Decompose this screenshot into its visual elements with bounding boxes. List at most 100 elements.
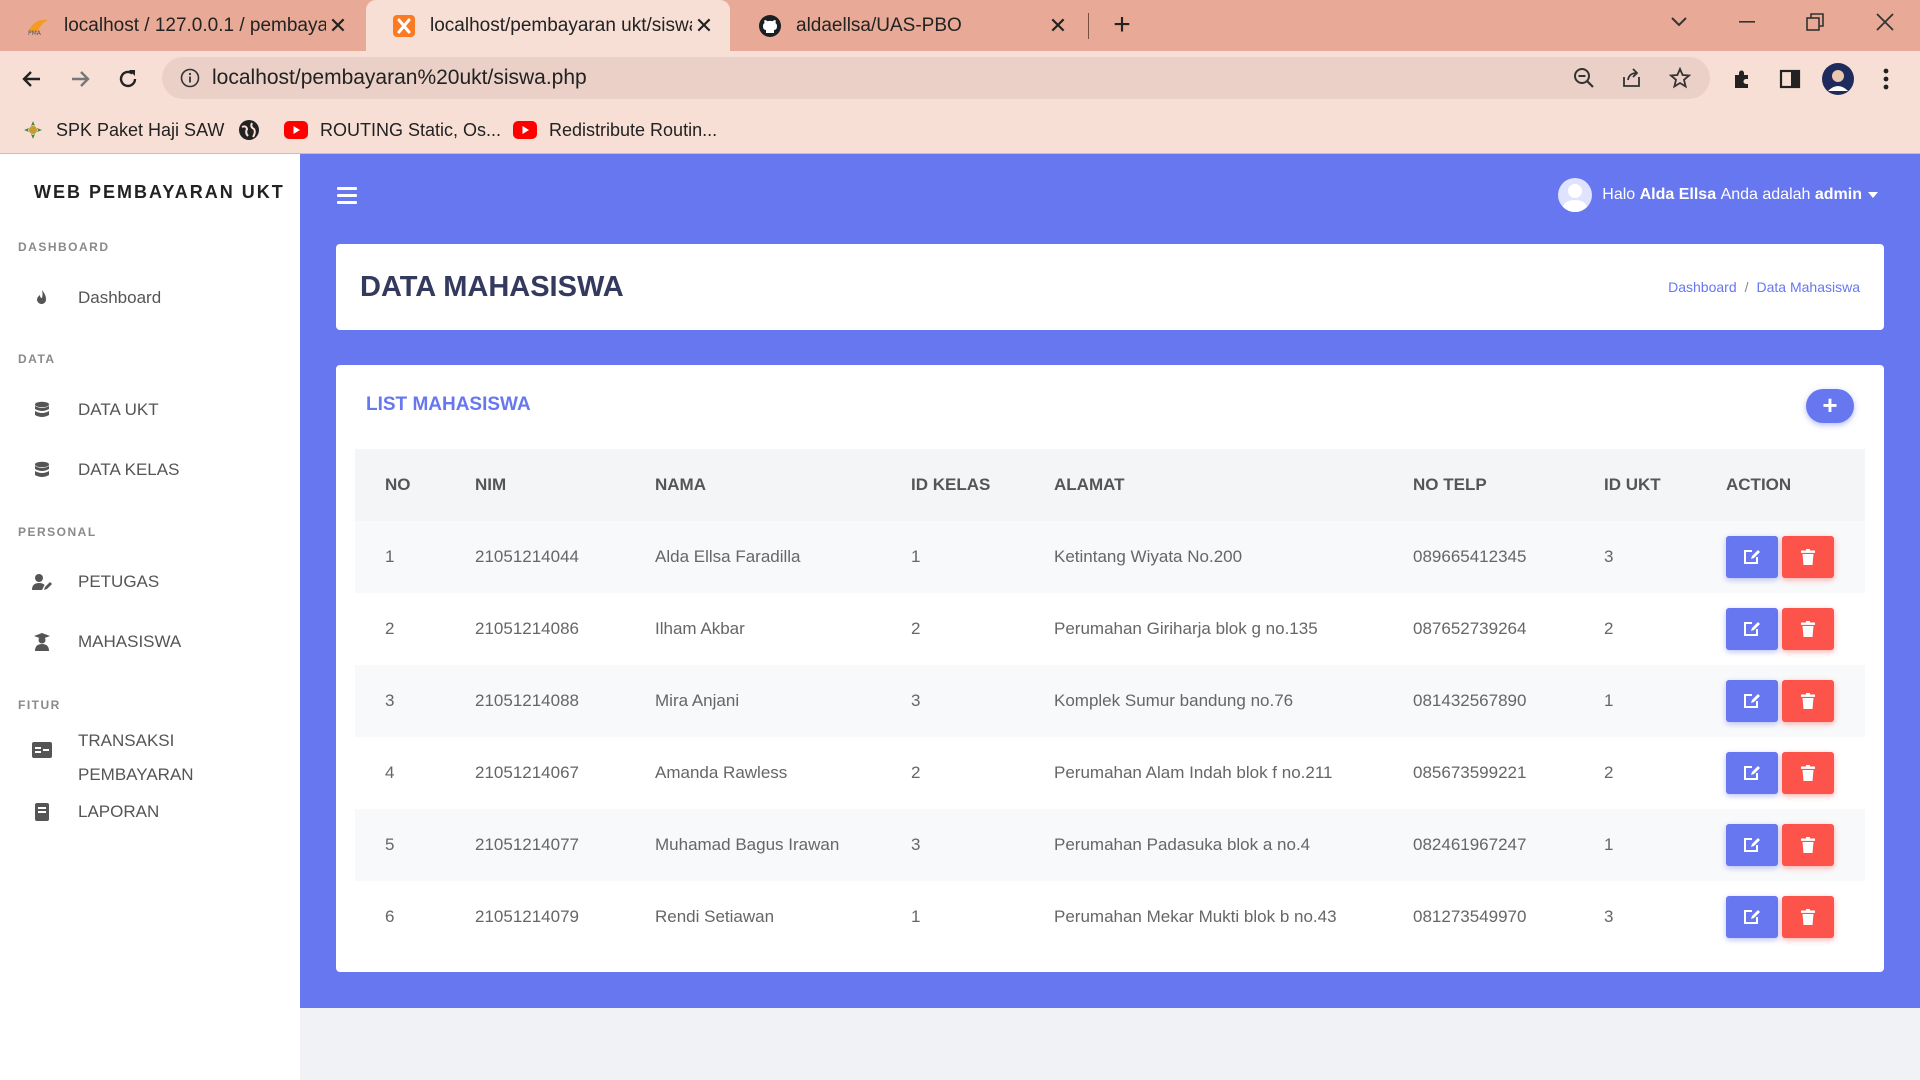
breadcrumb: Dashboard / Data Mahasiswa <box>1668 244 1860 330</box>
edit-button[interactable] <box>1726 536 1778 578</box>
column-header: NIM <box>445 449 625 521</box>
edit-icon <box>1744 910 1760 924</box>
bookmark-label: Redistribute Routin... <box>549 119 718 140</box>
cell-no-telp: 081273549970 <box>1413 907 1527 926</box>
cell-action <box>1696 809 1865 881</box>
side-panel-icon[interactable] <box>1774 63 1806 95</box>
bookmark-spk[interactable]: SPK Paket Haji SAW <box>22 107 224 153</box>
cell-action <box>1696 737 1865 809</box>
edit-button[interactable] <box>1726 752 1778 794</box>
close-icon[interactable]: ✕ <box>692 13 716 38</box>
cell-id-ukt: 1 <box>1574 809 1696 881</box>
cell-id-ukt: 1 <box>1574 665 1696 737</box>
section-fitur: FITUR <box>18 698 61 712</box>
cell-id-ukt: 3 <box>1574 521 1696 593</box>
edit-icon <box>1744 550 1760 564</box>
brand-title[interactable]: WEB PEMBAYARAN UKT <box>34 182 285 203</box>
tab-title: localhost / 127.0.0.1 / pembayaran <box>64 14 326 36</box>
add-mahasiswa-button[interactable]: + <box>1806 389 1854 423</box>
edit-button[interactable] <box>1726 680 1778 722</box>
column-header: NAMA <box>625 449 881 521</box>
cell-nim: 21051214044 <box>445 521 625 593</box>
delete-button[interactable] <box>1782 752 1834 794</box>
delete-button[interactable] <box>1782 608 1834 650</box>
cell-id-kelas: 1 <box>881 521 1024 593</box>
mahasiswa-table: NO NIM NAMA ID KELAS ALAMAT NO TELP ID U… <box>355 449 1865 953</box>
column-header: ID UKT <box>1574 449 1696 521</box>
close-icon[interactable]: ✕ <box>326 13 350 38</box>
tab-siswa[interactable]: localhost/pembayaran ukt/siswa.php ✕ <box>366 0 730 51</box>
sidebar-item-transaksi[interactable]: TRANSAKSI PEMBAYARAN <box>30 724 194 792</box>
profile-avatar-icon[interactable] <box>1822 63 1854 95</box>
bookmark-routing-static[interactable]: ROUTING Static, Os... <box>284 107 501 153</box>
share-icon[interactable] <box>1620 66 1644 90</box>
sidebar-item-label: DATA KELAS <box>78 460 180 479</box>
cell-action <box>1696 665 1865 737</box>
delete-button[interactable] <box>1782 896 1834 938</box>
tab-title: localhost/pembayaran ukt/siswa.php <box>430 14 692 36</box>
url-text[interactable]: localhost/pembayaran%20ukt/siswa.php <box>212 57 587 99</box>
list-card: LIST MAHASISWA + NO NIM NAMA ID KELAS AL… <box>336 365 1884 972</box>
cell-nama: Alda Ellsa Faradilla <box>625 521 881 593</box>
minimize-icon[interactable] <box>1720 0 1774 44</box>
user-dropdown[interactable]: Halo Alda Ellsa Anda adalah admin <box>1558 178 1878 212</box>
section-personal: PERSONAL <box>18 525 97 539</box>
bookmark-redistribute[interactable]: Redistribute Routin... <box>513 107 717 153</box>
sidebar-item-data-kelas[interactable]: DATA KELAS <box>30 460 179 480</box>
edit-button[interactable] <box>1726 608 1778 650</box>
sidebar-item-data-ukt[interactable]: DATA UKT <box>30 400 159 420</box>
sidebar-item-petugas[interactable]: PETUGAS <box>30 572 159 592</box>
new-tab-button[interactable]: + <box>1108 10 1136 40</box>
cell-nim: 21051214077 <box>445 809 625 881</box>
sidebar-item-label: PETUGAS <box>78 572 160 591</box>
close-icon[interactable]: ✕ <box>1046 13 1070 38</box>
edit-button[interactable] <box>1726 824 1778 866</box>
delete-button[interactable] <box>1782 536 1834 578</box>
cell-nim: 21051214067 <box>475 763 580 782</box>
reload-icon[interactable] <box>112 63 144 95</box>
close-window-icon[interactable] <box>1858 0 1912 44</box>
address-bar[interactable]: localhost/pembayaran%20ukt/siswa.php <box>162 57 1710 99</box>
sidebar-item-laporan[interactable]: LAPORAN <box>30 802 159 822</box>
sidebar-item-mahasiswa[interactable]: MAHASISWA <box>30 632 181 652</box>
user-edit-icon <box>30 573 54 591</box>
hamburger-menu-icon[interactable] <box>337 187 357 208</box>
main-content: Halo Alda Ellsa Anda adalah admin DATA M… <box>300 154 1920 1080</box>
restore-icon[interactable] <box>1788 0 1842 44</box>
delete-button[interactable] <box>1782 680 1834 722</box>
transaksi-line1: TRANSAKSI <box>78 731 175 750</box>
sidebar-item-label: Dashboard <box>78 288 162 307</box>
cell-nama: Mira Anjani <box>625 665 881 737</box>
tab-github[interactable]: aldaellsa/UAS-PBO ✕ <box>732 0 1084 51</box>
tab-phpmyadmin[interactable]: PMA localhost / 127.0.0.1 / pembayaran ✕ <box>0 0 364 51</box>
section-data: DATA <box>18 352 56 366</box>
cell-id-kelas: 2 <box>911 763 921 782</box>
trash-icon <box>1801 693 1815 709</box>
tab-search-icon[interactable] <box>1652 0 1706 44</box>
edit-button[interactable] <box>1726 896 1778 938</box>
forward-arrow-icon[interactable] <box>64 63 96 95</box>
cell-no: 5 <box>355 809 445 881</box>
table-row: 4 21051214067 Amanda Rawless 2 Perumahan… <box>355 737 1865 809</box>
sidebar-item-dashboard[interactable]: Dashboard <box>30 288 161 308</box>
cell-no-telp: 081432567890 <box>1383 665 1574 737</box>
bookmark-globe[interactable] <box>238 107 272 153</box>
sidebar-item-label: LAPORAN <box>78 802 160 821</box>
cell-no: 4 <box>385 763 395 782</box>
browser-toolbar: localhost/pembayaran%20ukt/siswa.php <box>0 51 1920 107</box>
globe-icon <box>238 119 260 141</box>
back-arrow-icon[interactable] <box>16 63 48 95</box>
bookmark-star-icon[interactable] <box>1668 66 1692 90</box>
info-icon[interactable] <box>178 66 202 90</box>
menu-kebab-icon[interactable] <box>1870 63 1902 95</box>
extensions-icon[interactable] <box>1726 63 1758 95</box>
cell-nim: 21051214088 <box>445 665 625 737</box>
breadcrumb-dashboard[interactable]: Dashboard <box>1668 279 1737 295</box>
section-dashboard: DASHBOARD <box>18 240 110 254</box>
zoom-out-icon[interactable] <box>1572 66 1596 90</box>
tab-title: aldaellsa/UAS-PBO <box>796 14 962 36</box>
cell-alamat: Perumahan Mekar Mukti blok b no.43 <box>1054 907 1337 926</box>
cell-nim: 21051214079 <box>475 907 580 926</box>
cell-action <box>1696 881 1865 953</box>
delete-button[interactable] <box>1782 824 1834 866</box>
